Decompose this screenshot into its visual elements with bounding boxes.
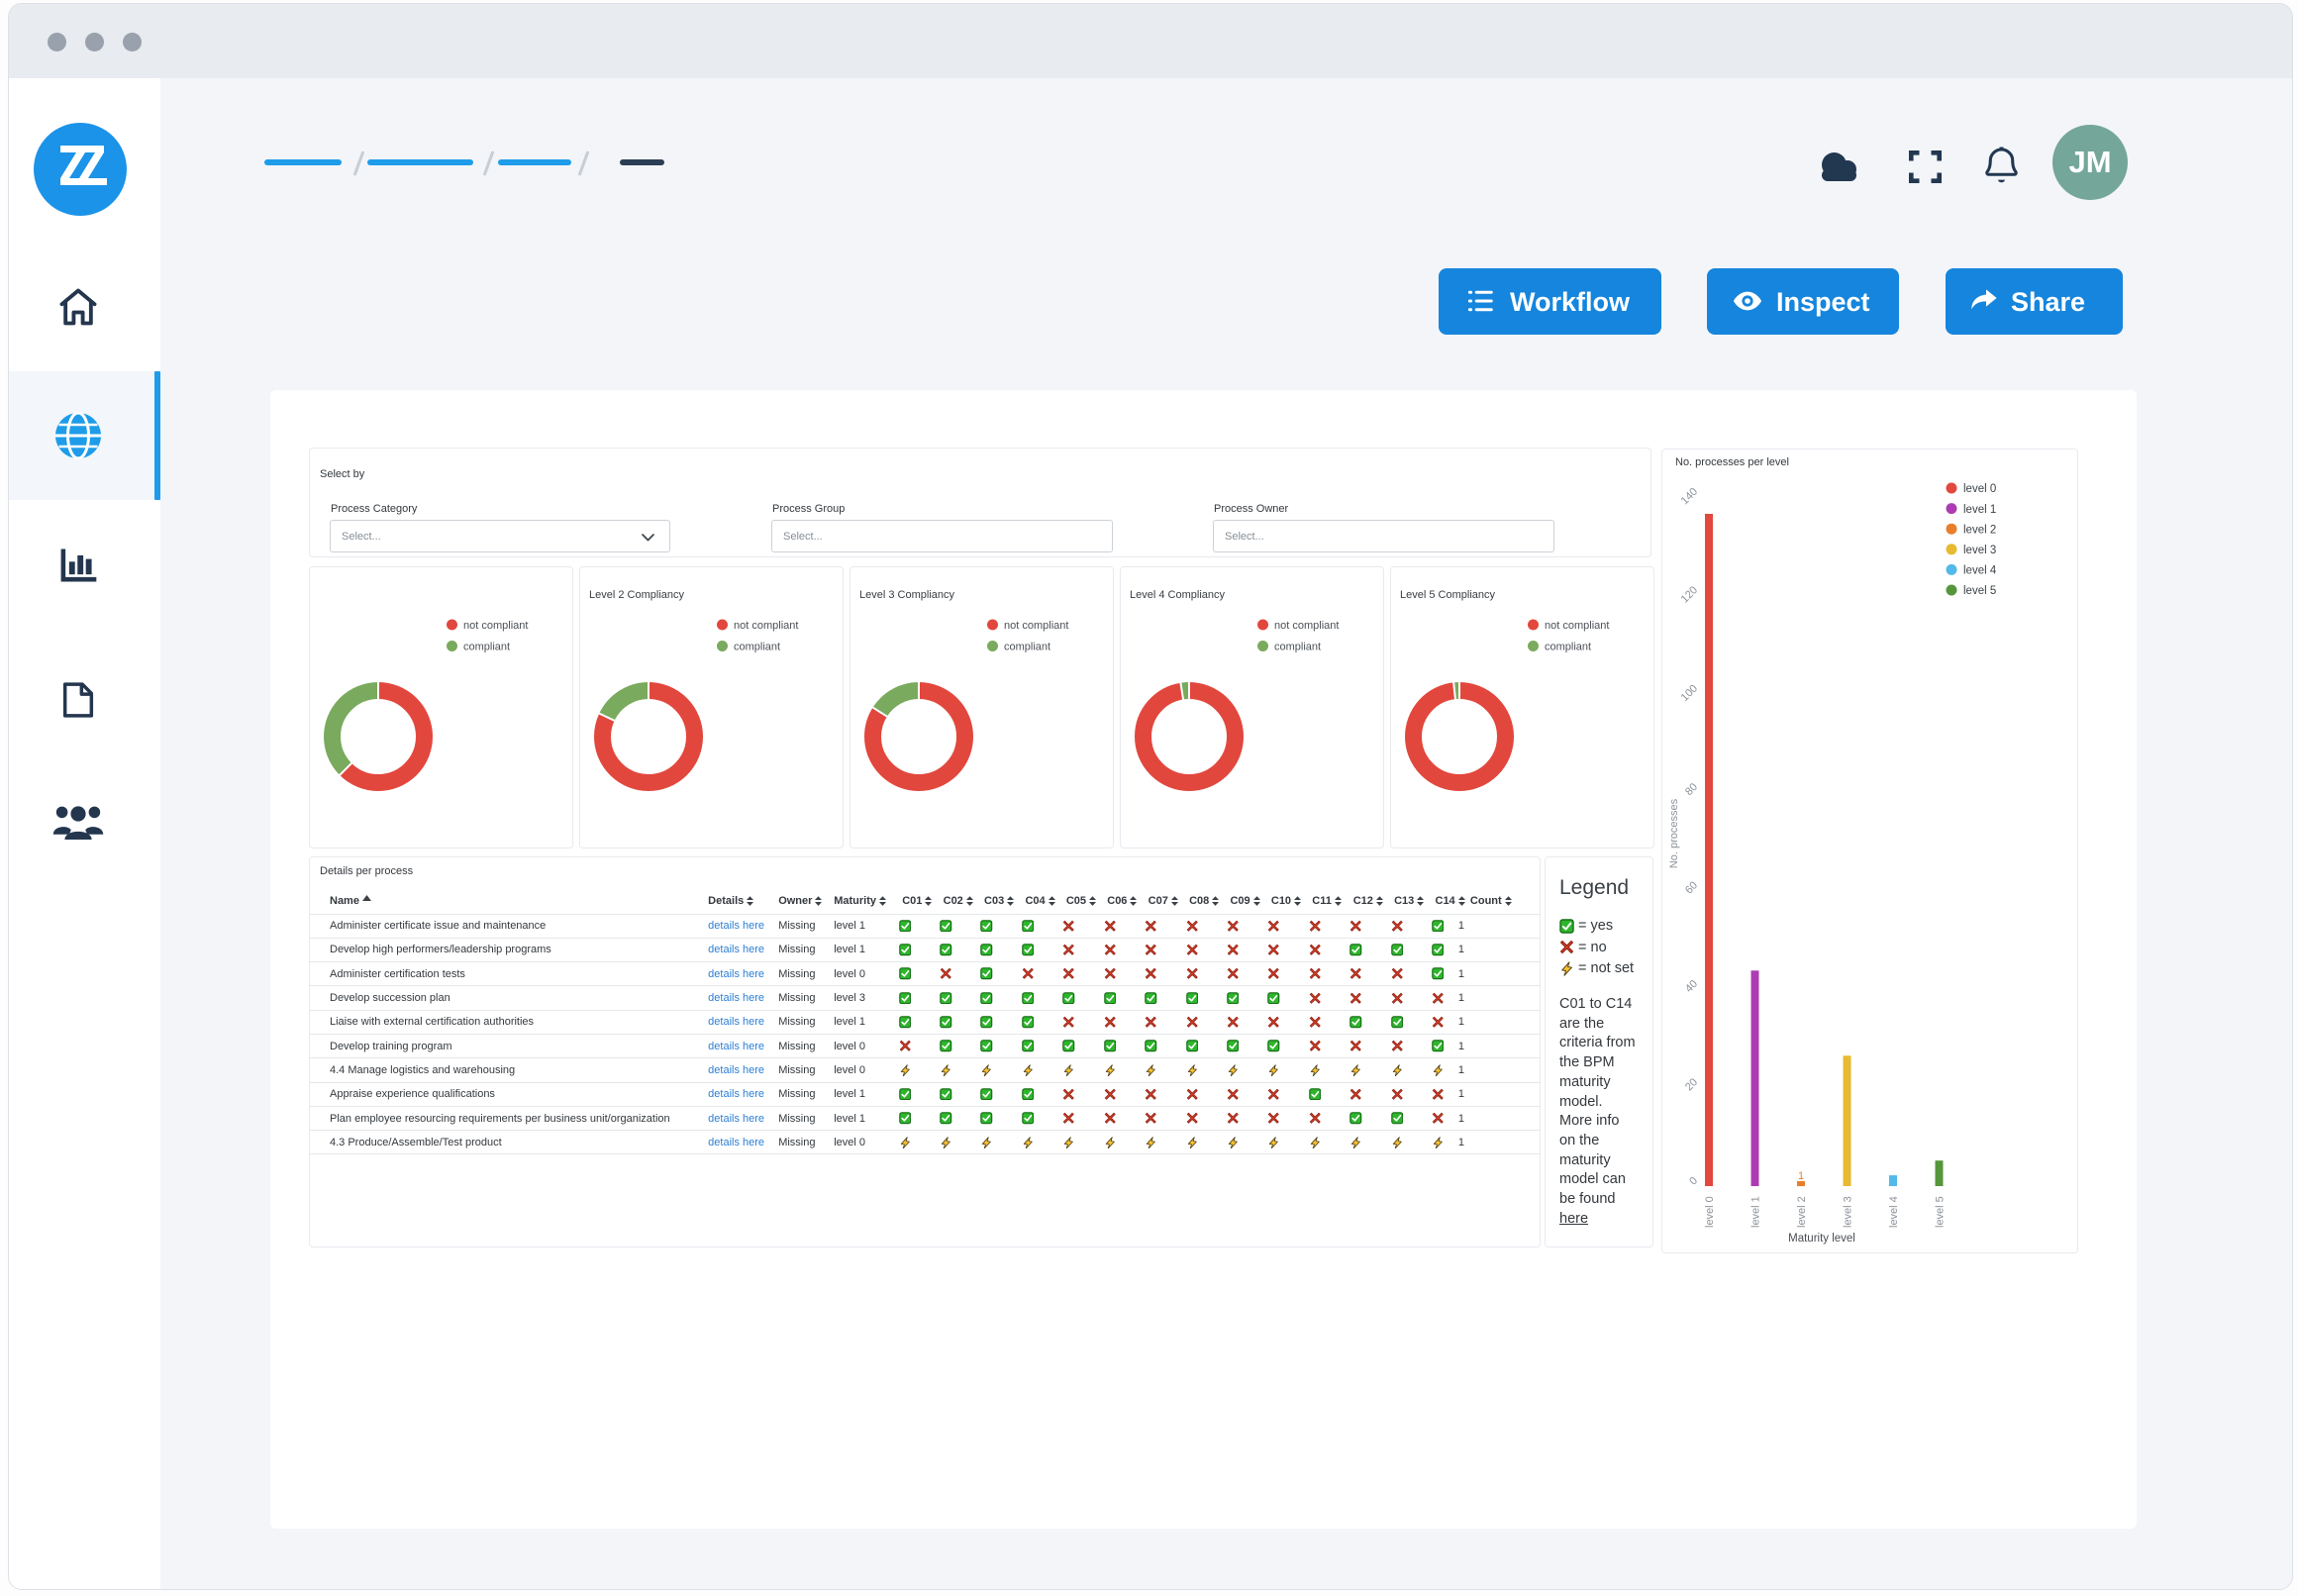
svg-text:1: 1 bbox=[1798, 1170, 1804, 1182]
svg-text:compliant: compliant bbox=[1545, 642, 1591, 653]
svg-text:not compliant: not compliant bbox=[1004, 620, 1068, 632]
svg-text:140: 140 bbox=[1679, 486, 1700, 507]
svg-text:60: 60 bbox=[1683, 879, 1700, 896]
svg-text:level 0: level 0 bbox=[1963, 483, 1996, 495]
svg-text:0: 0 bbox=[1687, 1175, 1700, 1188]
svg-text:level 5: level 5 bbox=[1963, 585, 1996, 597]
svg-text:Maturity level: Maturity level bbox=[1788, 1233, 1855, 1245]
svg-text:compliant: compliant bbox=[1274, 642, 1321, 653]
svg-text:level 1: level 1 bbox=[1963, 504, 1996, 516]
svg-text:100: 100 bbox=[1679, 683, 1700, 704]
svg-text:level 5: level 5 bbox=[1935, 1196, 1947, 1228]
svg-text:level 4: level 4 bbox=[1963, 565, 1997, 577]
svg-text:level 1: level 1 bbox=[1750, 1196, 1762, 1228]
svg-text:not compliant: not compliant bbox=[1274, 620, 1339, 632]
svg-text:level 0: level 0 bbox=[1704, 1196, 1716, 1228]
svg-text:20: 20 bbox=[1683, 1076, 1700, 1093]
svg-text:compliant: compliant bbox=[463, 642, 510, 653]
svg-text:No. processes: No. processes bbox=[1668, 798, 1680, 868]
svg-text:level 2: level 2 bbox=[1796, 1196, 1808, 1228]
svg-text:level 4: level 4 bbox=[1888, 1196, 1900, 1228]
svg-text:level 3: level 3 bbox=[1963, 545, 1996, 556]
svg-text:compliant: compliant bbox=[1004, 642, 1050, 653]
svg-text:level 3: level 3 bbox=[1843, 1196, 1854, 1228]
svg-text:not compliant: not compliant bbox=[1545, 620, 1609, 632]
svg-text:80: 80 bbox=[1683, 781, 1700, 798]
svg-text:not compliant: not compliant bbox=[734, 620, 798, 632]
svg-text:40: 40 bbox=[1683, 978, 1700, 995]
svg-text:compliant: compliant bbox=[734, 642, 780, 653]
svg-text:level 2: level 2 bbox=[1963, 524, 1996, 536]
svg-text:not compliant: not compliant bbox=[463, 620, 528, 632]
svg-text:120: 120 bbox=[1679, 584, 1700, 605]
